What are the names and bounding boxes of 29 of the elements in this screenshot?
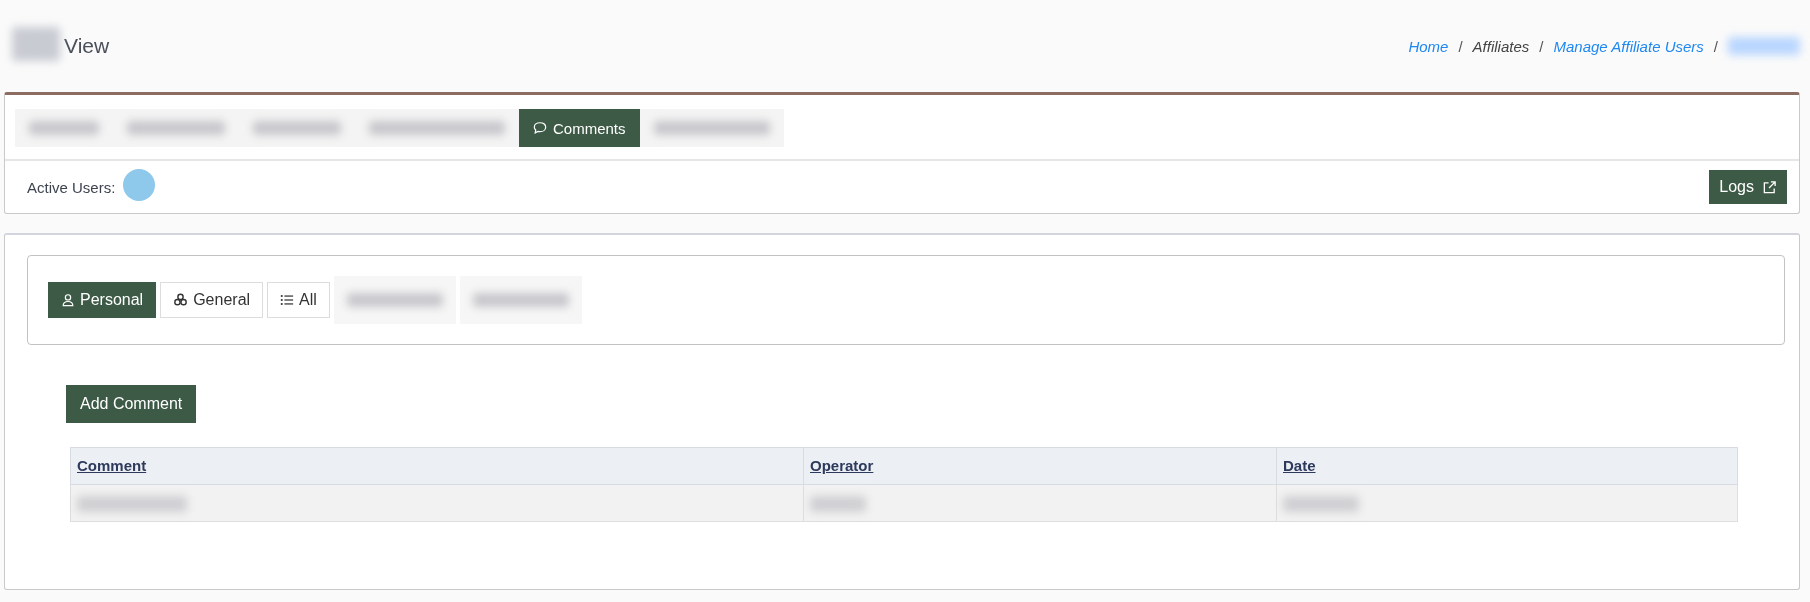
person-icon — [61, 293, 75, 307]
blurred-logo — [12, 27, 60, 61]
blurred-breadcrumb — [1728, 37, 1800, 55]
page-title: View — [64, 34, 110, 58]
breadcrumb-separator: / — [1458, 37, 1463, 55]
tab[interactable] — [15, 109, 113, 147]
tab[interactable]: Comments — [519, 109, 640, 147]
filter-button[interactable]: All — [267, 282, 330, 318]
active-users-label: Active Users: — [27, 178, 116, 196]
filter-button[interactable] — [459, 276, 582, 324]
filter-button[interactable]: General — [160, 282, 264, 318]
filter-button[interactable]: Personal — [48, 282, 157, 318]
avatar[interactable] — [123, 169, 156, 201]
add-comment-button[interactable]: Add Comment — [66, 385, 197, 423]
tab[interactable] — [639, 109, 784, 147]
logs-button[interactable]: Logs — [1709, 170, 1787, 204]
list-icon — [280, 293, 295, 307]
breadcrumb-separator: / — [1713, 37, 1718, 55]
column-header[interactable]: Operator — [810, 457, 874, 474]
external-link-icon — [1762, 179, 1777, 195]
column-header[interactable]: Date — [1283, 457, 1316, 474]
speech-bubble-icon — [533, 121, 547, 135]
filter-button[interactable] — [333, 276, 456, 324]
circles-icon — [173, 293, 189, 307]
breadcrumb-separator: / — [1539, 37, 1544, 55]
tab[interactable] — [355, 109, 519, 147]
breadcrumb-link[interactable]: Manage Affiliate Users — [1553, 37, 1704, 55]
breadcrumb-item: Affiliates — [1472, 37, 1530, 55]
column-header[interactable]: Comment — [77, 457, 147, 474]
